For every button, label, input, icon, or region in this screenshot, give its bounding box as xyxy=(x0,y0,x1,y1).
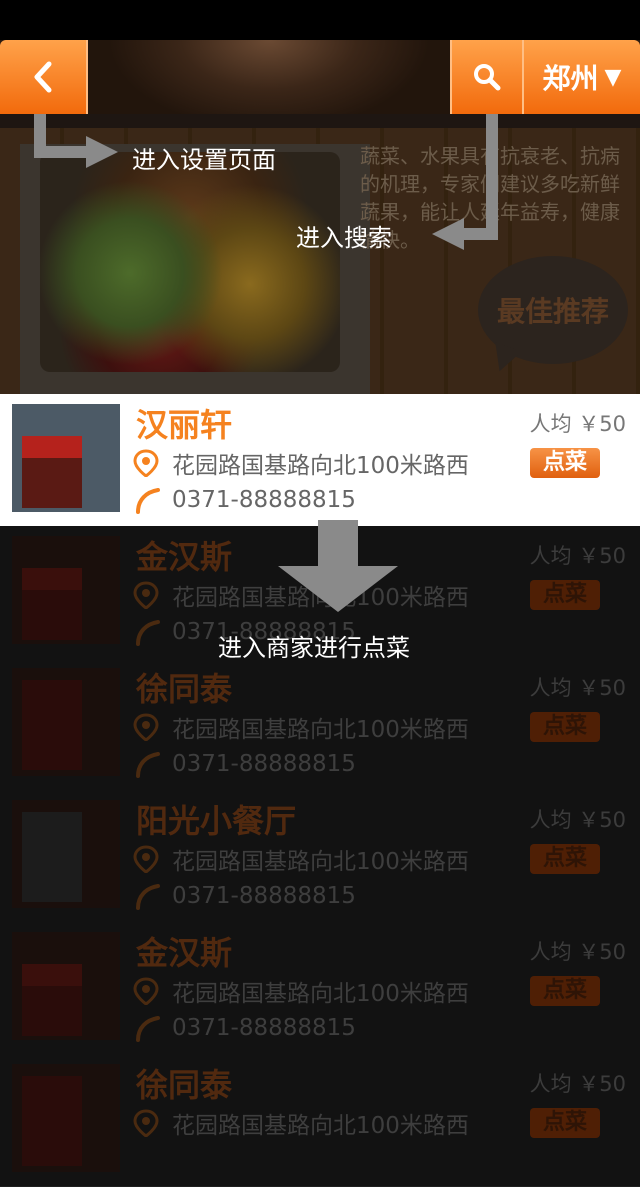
address-text: 花园路国基路向北100米路西 xyxy=(172,453,469,479)
restaurant-thumbnail xyxy=(12,932,120,1040)
restaurant-item[interactable]: 徐同泰 人均 ￥50 花园路国基路向北100米路西 点菜 xyxy=(0,1054,640,1187)
address-text: 花园路国基路向北100米路西 xyxy=(172,1113,469,1139)
phone-icon xyxy=(136,752,160,778)
status-bar xyxy=(0,0,640,40)
order-button[interactable]: 点菜 xyxy=(530,580,600,610)
restaurant-item[interactable]: 金汉斯 人均 ￥50 花园路国基路向北100米路西 0371-88888815 … xyxy=(0,922,640,1055)
avg-price: 人均 ￥50 xyxy=(529,808,626,832)
phone-text: 0371-88888815 xyxy=(172,1015,356,1041)
avg-price: 人均 ￥50 xyxy=(529,544,626,568)
search-button[interactable] xyxy=(450,40,524,114)
restaurant-name: 徐同泰 xyxy=(136,670,233,708)
order-button[interactable]: 点菜 xyxy=(530,844,600,874)
chevron-left-icon xyxy=(34,61,52,93)
phone-icon xyxy=(136,488,160,514)
search-hint-text: 进入搜索 xyxy=(296,224,392,252)
location-pin-icon xyxy=(133,713,159,741)
address-text: 花园路国基路向北100米路西 xyxy=(172,849,469,875)
restaurant-name: 徐同泰 xyxy=(136,1066,233,1104)
restaurant-item[interactable]: 阳光小餐厅 人均 ￥50 花园路国基路向北100米路西 0371-8888881… xyxy=(0,790,640,923)
address-row: 花园路国基路向北100米路西 xyxy=(132,446,469,480)
settings-hint-text: 进入设置页面 xyxy=(132,146,276,174)
location-pin-icon xyxy=(133,845,159,873)
address-text: 花园路国基路向北100米路西 xyxy=(172,981,469,1007)
restaurant-thumbnail xyxy=(12,536,120,644)
order-button[interactable]: 点菜 xyxy=(530,1108,600,1138)
address-row: 花园路国基路向北100米路西 xyxy=(132,842,469,876)
phone-icon xyxy=(136,1016,160,1042)
phone-row[interactable]: 0371-88888815 xyxy=(132,486,356,514)
city-selector[interactable]: 郑州 ▼ xyxy=(524,40,640,114)
phone-text: 0371-88888815 xyxy=(172,751,356,777)
phone-row[interactable]: 0371-88888815 xyxy=(132,1014,356,1042)
merchant-hint-arrow xyxy=(278,520,398,612)
avg-price: 人均 ￥50 xyxy=(529,412,626,436)
avg-price: 人均 ￥50 xyxy=(529,1072,626,1096)
restaurant-name: 汉丽轩 xyxy=(136,406,233,444)
address-row: 花园路国基路向北100米路西 xyxy=(132,974,469,1008)
location-pin-icon xyxy=(133,977,159,1005)
phone-text: 0371-88888815 xyxy=(172,487,356,513)
order-button[interactable]: 点菜 xyxy=(530,976,600,1006)
dropdown-arrow-icon: ▼ xyxy=(604,64,622,90)
avg-price: 人均 ￥50 xyxy=(529,676,626,700)
address-row: 花园路国基路向北100米路西 xyxy=(132,710,469,744)
settings-hint-arrow xyxy=(34,114,118,168)
restaurant-thumbnail xyxy=(12,1064,120,1172)
address-row: 花园路国基路向北100米路西 xyxy=(132,1106,469,1140)
location-pin-icon xyxy=(133,1109,159,1137)
search-icon xyxy=(474,64,501,91)
vegetables-image xyxy=(40,152,340,372)
back-button[interactable] xyxy=(0,40,88,114)
restaurant-name: 阳光小餐厅 xyxy=(136,802,297,840)
restaurant-thumbnail xyxy=(12,404,120,512)
merchant-hint-text: 进入商家进行点菜 xyxy=(218,634,410,662)
order-button[interactable]: 点菜 xyxy=(530,712,600,742)
avg-price: 人均 ￥50 xyxy=(529,940,626,964)
location-pin-icon xyxy=(133,581,159,609)
restaurant-name: 金汉斯 xyxy=(136,538,233,576)
phone-row[interactable]: 0371-88888815 xyxy=(132,882,356,910)
restaurant-thumbnail xyxy=(12,668,120,776)
phone-icon xyxy=(136,620,160,646)
restaurant-item-highlighted[interactable]: 汉丽轩 人均 ￥50 花园路国基路向北100米路西 0371-88888815 … xyxy=(0,394,640,526)
restaurant-item[interactable]: 徐同泰 人均 ￥50 花园路国基路向北100米路西 0371-88888815 … xyxy=(0,658,640,791)
order-button[interactable]: 点菜 xyxy=(530,448,600,478)
restaurant-name: 金汉斯 xyxy=(136,934,233,972)
address-text: 花园路国基路向北100米路西 xyxy=(172,717,469,743)
nav-decoration xyxy=(88,40,450,114)
city-label: 郑州 xyxy=(542,62,599,95)
top-nav-bar: 郑州 ▼ xyxy=(0,40,640,114)
phone-row[interactable]: 0371-88888815 xyxy=(132,750,356,778)
restaurant-thumbnail xyxy=(12,800,120,908)
phone-icon xyxy=(136,884,160,910)
phone-text: 0371-88888815 xyxy=(172,883,356,909)
location-pin-icon xyxy=(133,449,159,477)
search-hint-arrow xyxy=(432,114,498,250)
